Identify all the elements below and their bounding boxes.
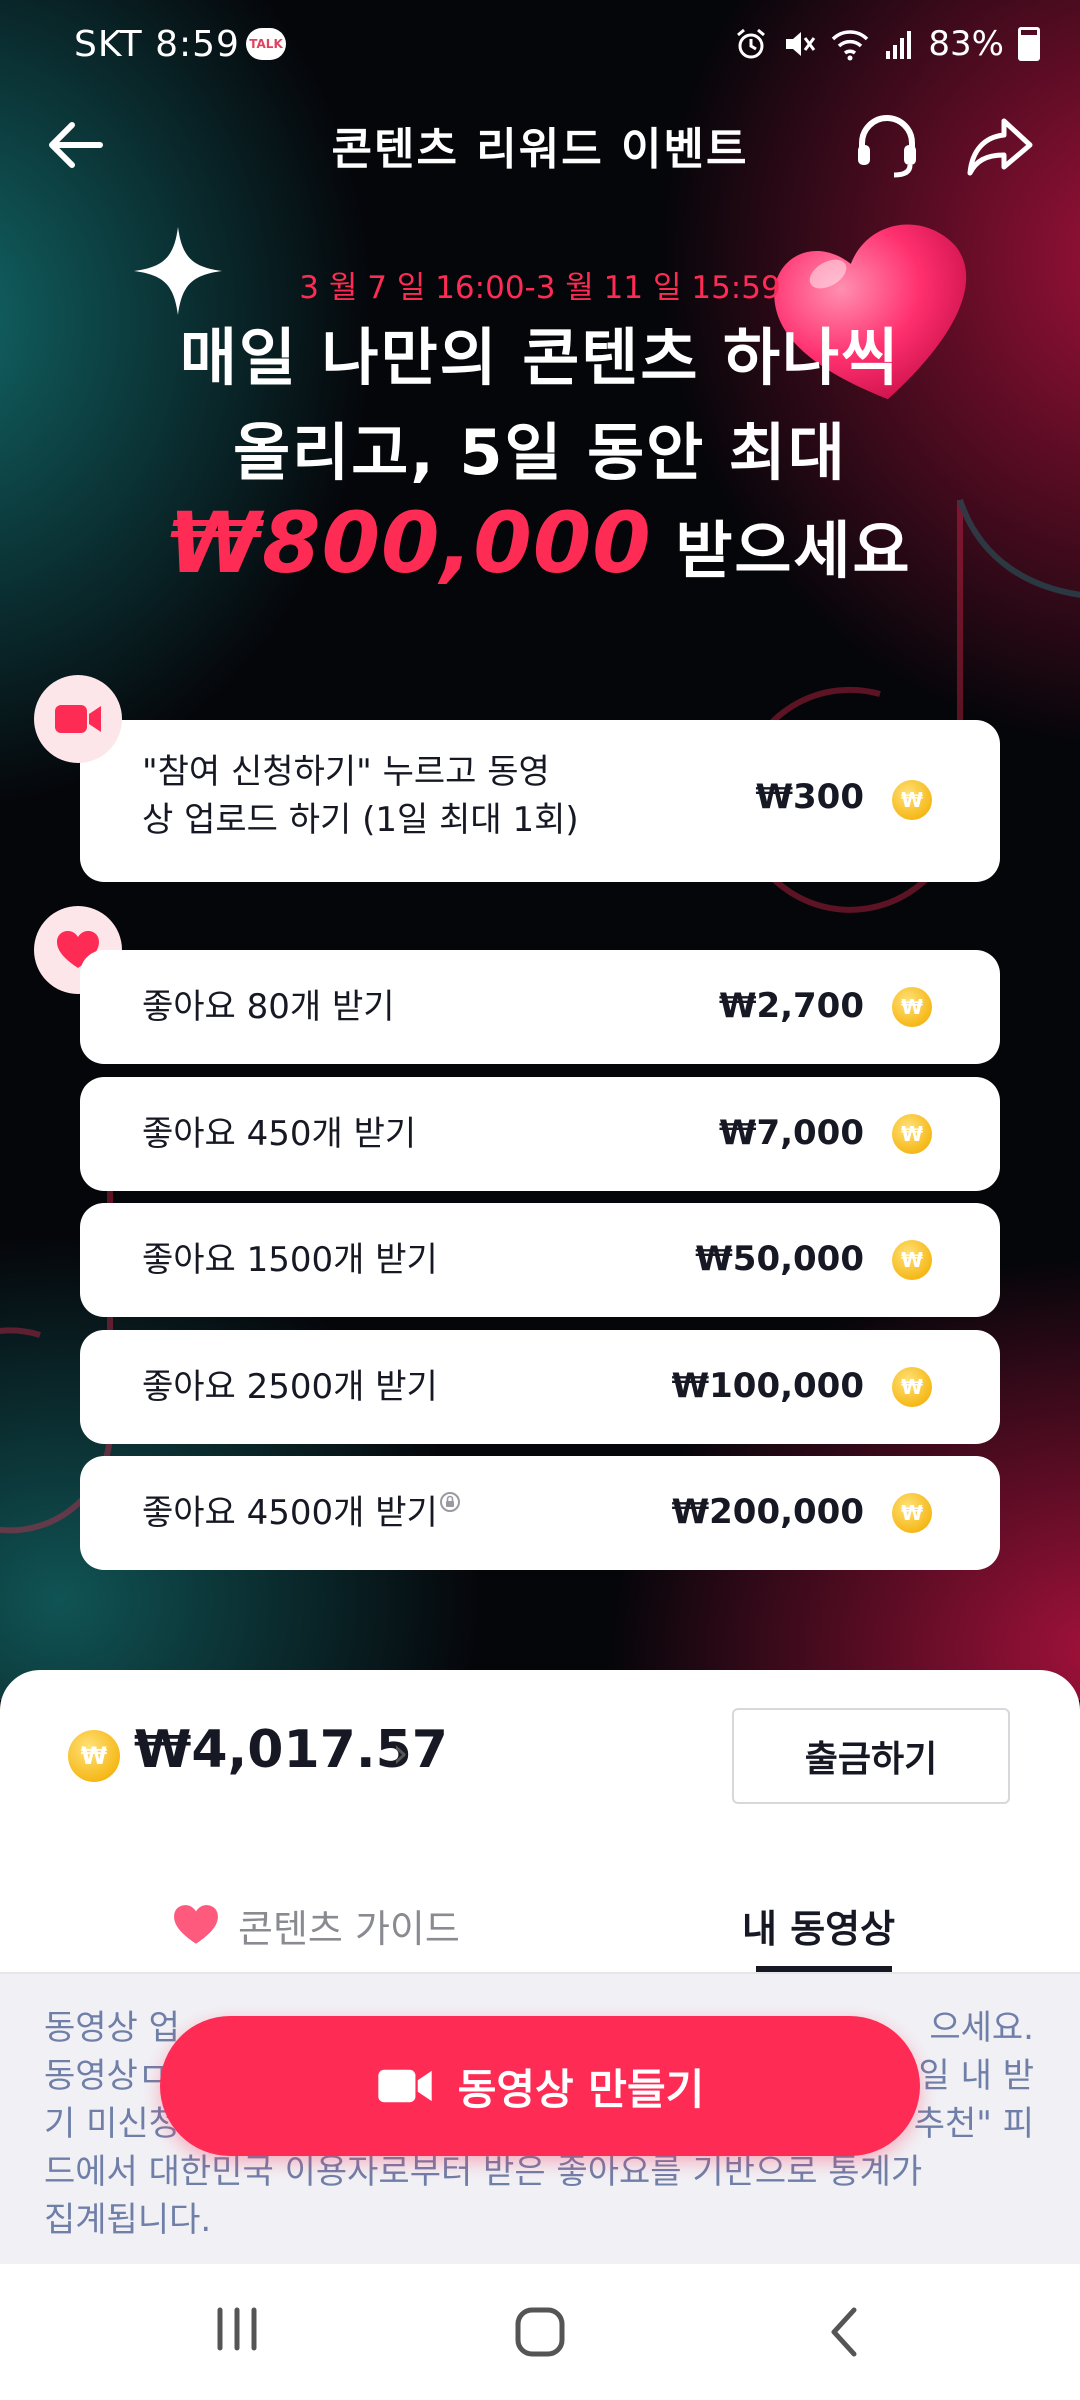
upload-task-label: "참여 신청하기" 누르고 동영 상 업로드 하기 (1일 최대 1회) xyxy=(142,748,579,844)
headline-line-2: 올리고, 5일 동안 최대 xyxy=(233,416,847,489)
withdraw-button[interactable]: 출금하기 xyxy=(732,1708,1010,1804)
tab-content-guide-label: 콘텐츠 가이드 xyxy=(238,1906,460,1951)
headline-suffix: 받으세요 xyxy=(675,514,912,587)
like-task-card[interactable]: 좋아요 1500개 받기 ₩50,000 ₩ xyxy=(80,1203,1000,1317)
info-line-1-start: 동영상 업 xyxy=(44,2008,180,2048)
signal-icon xyxy=(886,31,912,59)
heart-icon xyxy=(174,1905,218,1944)
like-task-card[interactable]: 좋아요 4500개 받기 ₩200,000 ₩ xyxy=(80,1456,1000,1570)
home-icon[interactable] xyxy=(512,2304,568,2360)
status-carrier-time: SKT 8:59 xyxy=(74,24,240,65)
like-task-reward: ₩50,000 xyxy=(695,1239,864,1279)
upload-task-card[interactable]: "참여 신청하기" 누르고 동영 상 업로드 하기 (1일 최대 1회) ₩30… xyxy=(80,720,1000,882)
upload-task-label-line-1: "참여 신청하기" 누르고 동영 xyxy=(142,752,550,792)
like-task-reward: ₩100,000 xyxy=(671,1366,864,1406)
balance-coin-icon: ₩ xyxy=(68,1730,120,1782)
coin-icon: ₩ xyxy=(892,1367,932,1407)
chevron-right-icon[interactable]: › xyxy=(392,1728,409,1777)
coin-icon: ₩ xyxy=(892,987,932,1027)
tab-my-videos[interactable]: 내 동영상 xyxy=(742,1880,895,1970)
info-line-5: 집계됩니다. xyxy=(44,2200,212,2240)
like-task-reward: ₩200,000 xyxy=(671,1492,864,1532)
back-icon[interactable] xyxy=(820,2304,870,2360)
info-line-3-start: 기 미신청 xyxy=(44,2104,180,2144)
like-task-label: 좋아요 4500개 받기 xyxy=(142,1489,460,1537)
tab-my-videos-label: 내 동영상 xyxy=(742,1906,896,1951)
info-line-2-start: 동영상ㅁ xyxy=(44,2056,170,2096)
info-line-2-end: 일 내 받 xyxy=(918,2056,1034,2096)
create-video-label: 동영상 만들기 xyxy=(457,2064,705,2114)
alarm-icon xyxy=(737,28,766,59)
coin-icon: ₩ xyxy=(892,780,932,820)
coin-icon: ₩ xyxy=(892,1493,932,1533)
upload-task-label-line-2: 상 업로드 하기 (1일 최대 1회) xyxy=(142,800,579,840)
upload-task-reward: ₩300 xyxy=(755,777,864,817)
like-task-label: 좋아요 2500개 받기 xyxy=(142,1367,438,1407)
lock-icon xyxy=(439,1492,460,1512)
battery-icon xyxy=(1018,27,1040,61)
headline-line-3: ₩800,000 받으세요 xyxy=(0,495,1080,599)
video-camera-icon xyxy=(378,2069,432,2103)
video-camera-icon xyxy=(55,705,101,733)
battery-percent: 83% xyxy=(928,24,1004,64)
mute-icon xyxy=(786,32,816,56)
system-navigation-bar xyxy=(0,2264,1080,2400)
info-line-1-end: 으세요. xyxy=(929,2008,1034,2048)
like-task-card[interactable]: 좋아요 80개 받기 ₩2,700 ₩ xyxy=(80,950,1000,1064)
wifi-icon xyxy=(832,30,869,61)
coin-icon: ₩ xyxy=(892,1240,932,1280)
event-date-range: 3 월 7 일 16:00-3 월 11 일 15:59 xyxy=(299,270,781,306)
like-task-label: 좋아요 1500개 받기 xyxy=(142,1240,438,1280)
kakaotalk-notification-icon: TALK xyxy=(246,28,286,60)
tab-content-guide[interactable]: 콘텐츠 가이드 xyxy=(172,1880,460,1970)
like-task-card[interactable]: 좋아요 450개 받기 ₩7,000 ₩ xyxy=(80,1077,1000,1191)
status-icons: 83% xyxy=(734,24,1040,64)
like-task-card[interactable]: 좋아요 2500개 받기 ₩100,000 ₩ xyxy=(80,1330,1000,1444)
video-camera-badge xyxy=(34,675,122,763)
like-task-label-text: 좋아요 4500개 받기 xyxy=(142,1493,438,1533)
app-bar: 콘텐츠 리워드 이벤트 xyxy=(0,95,1080,195)
like-task-label: 좋아요 80개 받기 xyxy=(142,987,395,1027)
status-bar: SKT 8:59 TALK 83% xyxy=(0,0,1080,90)
info-line-3-end: 추천" 피 xyxy=(913,2104,1034,2144)
recent-apps-icon[interactable] xyxy=(212,2304,262,2354)
headline-line-1: 매일 나만의 콘텐츠 하나씩 xyxy=(179,321,901,394)
coin-icon: ₩ xyxy=(892,1114,932,1154)
headset-icon[interactable] xyxy=(852,109,922,179)
create-video-button[interactable]: 동영상 만들기 xyxy=(160,2016,920,2156)
like-task-reward: ₩7,000 xyxy=(718,1113,864,1153)
like-task-label: 좋아요 450개 받기 xyxy=(142,1114,417,1154)
like-task-reward: ₩2,700 xyxy=(718,986,864,1026)
headline-max-amount: ₩800,000 xyxy=(168,494,652,592)
share-icon[interactable] xyxy=(966,113,1036,177)
